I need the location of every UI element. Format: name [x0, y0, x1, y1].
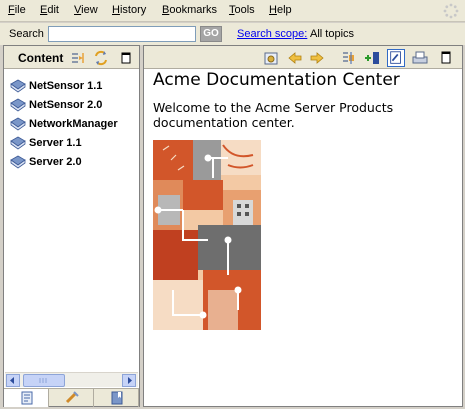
throbber-icon [443, 3, 459, 19]
home-icon[interactable] [262, 49, 280, 67]
maximize-view-icon[interactable] [437, 49, 455, 67]
back-arrow-icon[interactable] [286, 49, 304, 67]
menu-edit[interactable]: Edit [40, 4, 59, 16]
book-icon [10, 155, 26, 168]
go-button[interactable]: GO [200, 26, 222, 42]
tree-item-label: Server 2.0 [29, 155, 82, 168]
print-icon[interactable] [411, 49, 429, 67]
contents-tab-icon [21, 391, 33, 405]
link-with-contents-icon[interactable] [70, 50, 86, 66]
tree-item-server-2-0[interactable]: Server 2.0 [10, 152, 118, 171]
contents-title: Content [18, 51, 64, 65]
show-in-contents-icon[interactable] [340, 49, 358, 67]
contents-tree: NetSensor 1.1 NetSensor 2.0 NetworkManag… [10, 76, 118, 171]
search-input[interactable] [48, 26, 196, 42]
contents-pane: Content NetSensor 1.1 NetSensor 2.0 Netw… [3, 45, 140, 407]
search-bar: Search GO Search scope: All topics [0, 23, 465, 45]
tree-item-label: NetworkManager [29, 117, 118, 130]
minimize-view-icon[interactable] [118, 50, 134, 66]
menu-bookmarks[interactable]: Bookmarks [162, 4, 217, 16]
tree-item-label: Server 1.1 [29, 136, 82, 149]
menu-view[interactable]: View [74, 4, 98, 16]
tree-item-netsensor-1-1[interactable]: NetSensor 1.1 [10, 76, 118, 95]
search-scope-value: All topics [310, 28, 355, 40]
grip-icon [39, 378, 47, 383]
tree-item-label: NetSensor 1.1 [29, 79, 103, 92]
document-pane: Acme Documentation Center Welcome to the… [143, 45, 463, 407]
contents-header: Content [4, 46, 139, 69]
menu-tools[interactable]: Tools [229, 4, 255, 16]
show-all-topics-icon[interactable] [93, 50, 109, 66]
decorative-artwork [153, 140, 261, 330]
view-tabs [4, 388, 139, 407]
forward-arrow-icon[interactable] [308, 49, 326, 67]
tab-bookmarks[interactable] [94, 389, 139, 407]
tab-contents[interactable] [4, 389, 49, 407]
tab-search-results[interactable] [49, 389, 94, 407]
scroll-left-button[interactable] [6, 374, 20, 387]
search-results-tab-icon [65, 391, 79, 404]
tree-item-networkmanager[interactable]: NetworkManager [10, 114, 118, 133]
menu-help[interactable]: Help [269, 4, 292, 16]
bookmarks-tab-icon [111, 391, 123, 405]
bookmark-document-icon[interactable] [363, 49, 381, 67]
book-icon [10, 117, 26, 130]
tree-item-label: NetSensor 2.0 [29, 98, 103, 111]
arrow-right-icon [128, 377, 132, 384]
book-icon [10, 136, 26, 149]
welcome-text: Welcome to the Acme Server Products docu… [153, 100, 394, 130]
horizontal-scrollbar[interactable] [5, 372, 138, 387]
highlight-search-terms-icon[interactable] [387, 49, 405, 67]
menu-history[interactable]: History [112, 4, 146, 16]
menu-bar: File Edit View History Bookmarks Tools H… [0, 0, 465, 22]
search-scope-link[interactable]: Search scope: [237, 28, 307, 40]
page-title: Acme Documentation Center [153, 70, 400, 90]
tree-item-server-1-1[interactable]: Server 1.1 [10, 133, 118, 152]
book-icon [10, 79, 26, 92]
arrow-left-icon [10, 377, 14, 384]
book-icon [10, 98, 26, 111]
document-toolbar [144, 46, 462, 69]
menu-file[interactable]: File [8, 4, 26, 16]
search-label: Search [9, 28, 44, 40]
scroll-thumb[interactable] [23, 374, 65, 387]
tree-item-netsensor-2-0[interactable]: NetSensor 2.0 [10, 95, 118, 114]
scroll-right-button[interactable] [122, 374, 136, 387]
